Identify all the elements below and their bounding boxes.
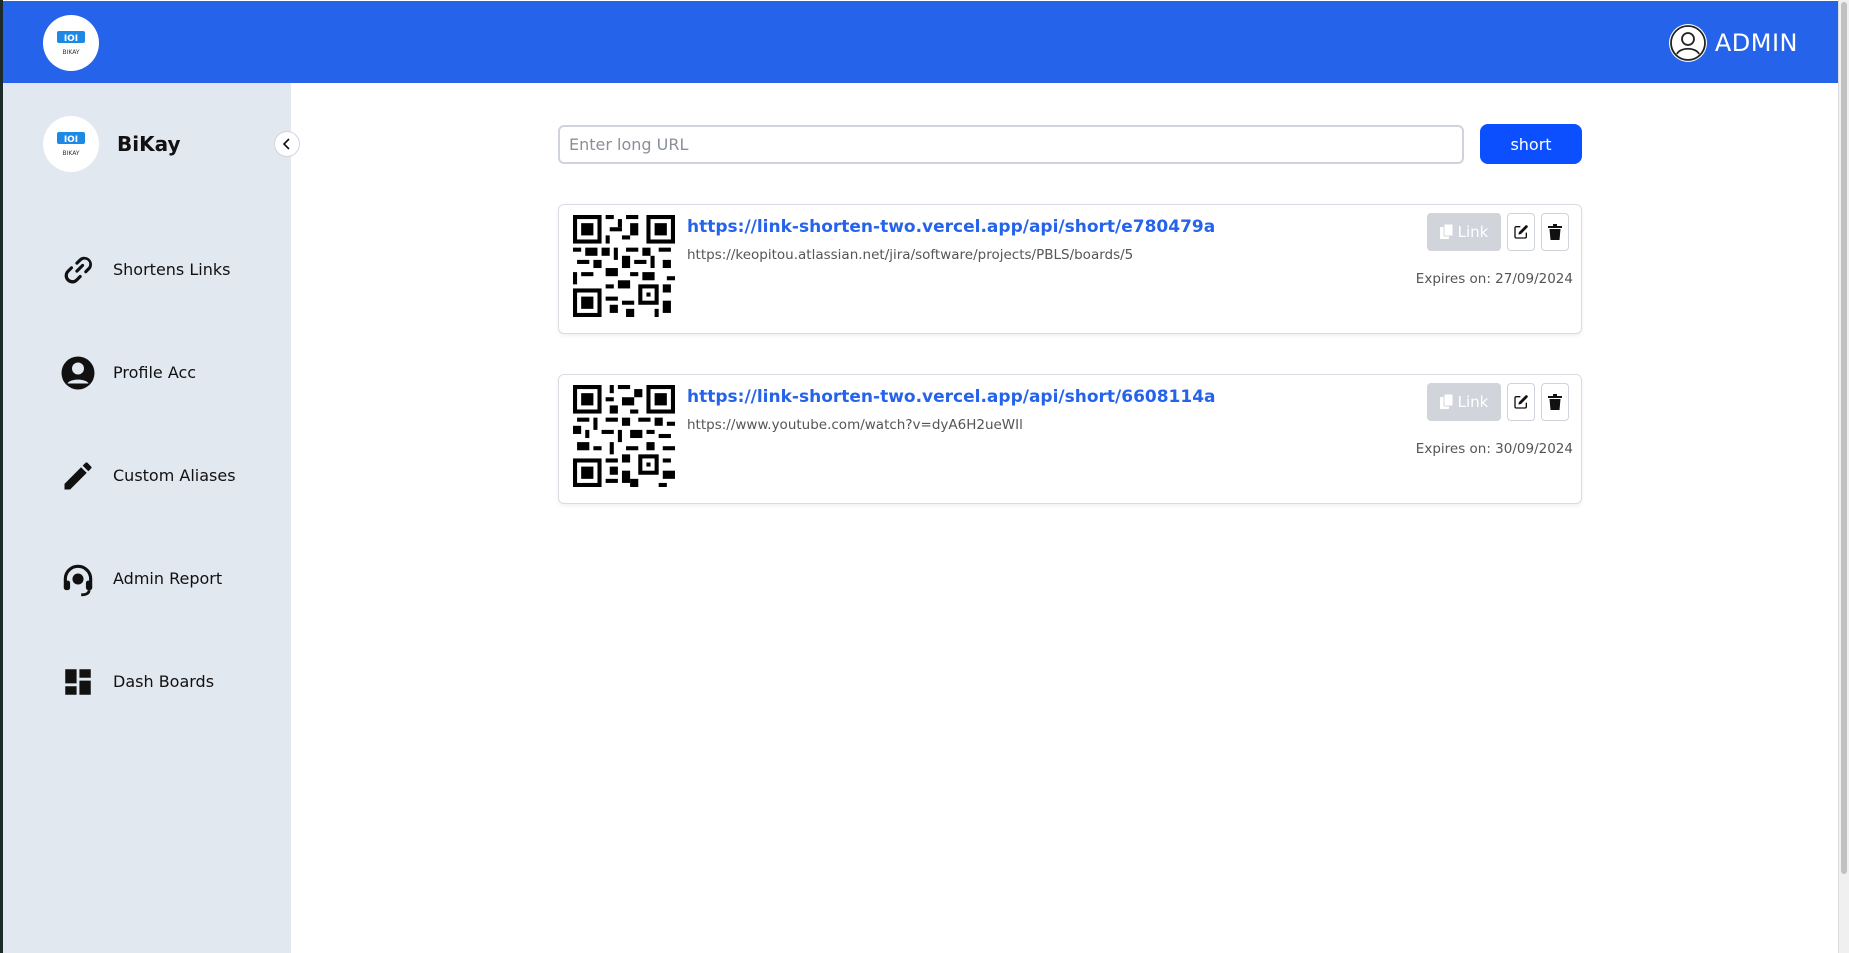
- sidebar-item-label: Dash Boards: [113, 672, 215, 691]
- svg-text:BIKAY: BIKAY: [62, 150, 79, 157]
- dashboard-icon: [58, 662, 98, 702]
- short-url-link[interactable]: https://link-shorten-two.vercel.app/api/…: [687, 217, 1215, 237]
- copy-icon: [1439, 224, 1454, 239]
- card-actions: Link: [1427, 383, 1569, 421]
- qr-code: [573, 215, 675, 317]
- copy-label: Link: [1457, 393, 1489, 411]
- copy-link-button[interactable]: Link: [1427, 213, 1501, 251]
- bikay-logo-icon: IOI BIKAY: [57, 132, 85, 157]
- sidebar-nav: Shortens Links Profile Acc Custom Aliase…: [58, 218, 236, 733]
- shorten-form: short: [558, 124, 1582, 164]
- brand-logo: IOI BIKAY: [43, 116, 99, 172]
- copy-label: Link: [1457, 223, 1489, 241]
- svg-text:IOI: IOI: [64, 34, 78, 44]
- user-label: ADMIN: [1714, 29, 1798, 57]
- header-logo[interactable]: IOI BIKAY: [43, 15, 99, 71]
- brand-name: BiKay: [117, 132, 181, 156]
- pencil-icon: [58, 456, 98, 496]
- sidebar-collapse-button[interactable]: [274, 131, 300, 157]
- link-card: https://link-shorten-two.vercel.app/api/…: [558, 374, 1582, 504]
- svg-text:BIKAY: BIKAY: [62, 49, 79, 56]
- page-scrollbar[interactable]: [1838, 0, 1849, 953]
- sidebar-item-label: Admin Report: [113, 569, 223, 588]
- chevron-left-icon: [282, 138, 290, 150]
- trash-icon: [1548, 394, 1562, 410]
- short-button[interactable]: short: [1480, 124, 1582, 164]
- edit-icon: [1514, 395, 1528, 409]
- copy-link-button[interactable]: Link: [1427, 383, 1501, 421]
- original-url: https://www.youtube.com/watch?v=dyA6H2ue…: [687, 417, 1023, 433]
- sidebar-item-label: Shortens Links: [113, 260, 231, 279]
- scrollbar-thumb[interactable]: [1841, 2, 1847, 874]
- qr-code: [573, 385, 675, 487]
- delete-button[interactable]: [1541, 383, 1569, 421]
- sidebar-item-label: Profile Acc: [113, 363, 197, 382]
- expiry-date: Expires on: 30/09/2024: [1415, 441, 1573, 457]
- sidebar-item-profile-acc[interactable]: Profile Acc: [58, 321, 236, 424]
- link-icon: [58, 250, 98, 290]
- sidebar-item-label: Custom Aliases: [113, 466, 236, 485]
- long-url-input[interactable]: [558, 124, 1464, 164]
- user-circle-filled-icon: [58, 353, 98, 393]
- edit-icon: [1514, 225, 1528, 239]
- sidebar-item-custom-aliases[interactable]: Custom Aliases: [58, 424, 236, 527]
- delete-button[interactable]: [1541, 213, 1569, 251]
- sidebar-item-admin-report[interactable]: Admin Report: [58, 527, 236, 630]
- user-menu[interactable]: ADMIN: [1668, 24, 1798, 62]
- edit-button[interactable]: [1507, 213, 1535, 251]
- user-circle-icon: [1668, 24, 1707, 62]
- expiry-date: Expires on: 27/09/2024: [1415, 271, 1573, 287]
- original-url: https://keopitou.atlassian.net/jira/soft…: [687, 247, 1134, 263]
- card-actions: Link: [1427, 213, 1569, 251]
- edit-button[interactable]: [1507, 383, 1535, 421]
- short-url-link[interactable]: https://link-shorten-two.vercel.app/api/…: [687, 387, 1216, 407]
- link-card: https://link-shorten-two.vercel.app/api/…: [558, 204, 1582, 334]
- sidebar-item-dash-boards[interactable]: Dash Boards: [58, 630, 236, 733]
- svg-text:IOI: IOI: [64, 135, 78, 145]
- top-header: IOI BIKAY ADMIN: [3, 1, 1838, 83]
- bikay-logo-icon: IOI BIKAY: [57, 31, 85, 56]
- sidebar-item-shortens-links[interactable]: Shortens Links: [58, 218, 236, 321]
- trash-icon: [1548, 224, 1562, 240]
- sidebar-brand: IOI BIKAY BiKay: [43, 116, 181, 172]
- headset-icon: [58, 559, 98, 599]
- sidebar: IOI BIKAY BiKay Shortens Links Profile A…: [3, 83, 291, 953]
- copy-icon: [1439, 394, 1454, 409]
